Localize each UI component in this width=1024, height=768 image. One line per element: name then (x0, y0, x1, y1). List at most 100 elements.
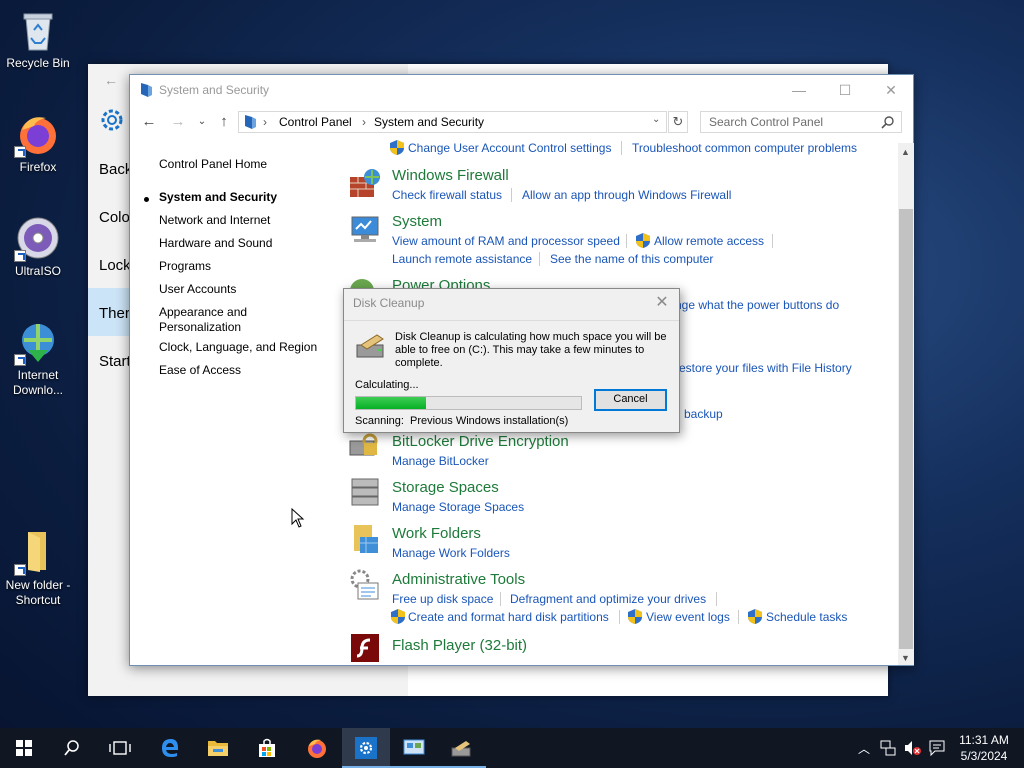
link-view-event-logs[interactable]: View event logs (646, 610, 730, 624)
windows-logo-icon (16, 740, 32, 756)
firefox-icon (14, 112, 60, 158)
link-change-uac-settings[interactable]: Change User Account Control settings (408, 141, 611, 155)
network-icon[interactable] (880, 740, 896, 759)
breadcrumb-control-panel[interactable]: Control Panel (279, 115, 352, 129)
category-bitlocker[interactable]: BitLocker Drive Encryption (392, 433, 569, 450)
link-launch-remote-assistance[interactable]: Launch remote assistance (392, 252, 532, 266)
settings-item-lock-screen[interactable]: Lock (99, 257, 131, 274)
nav-hardware-and-sound[interactable]: Hardware and Sound (159, 236, 272, 251)
search-icon[interactable] (881, 115, 895, 132)
settings-item-themes[interactable]: Ther (99, 305, 130, 322)
category-system[interactable]: System (392, 213, 442, 230)
taskbar-firefox[interactable] (293, 728, 341, 768)
minimize-button[interactable]: ― (776, 75, 822, 105)
link-separator (716, 592, 717, 606)
storage-spaces-icon (348, 475, 382, 509)
link-change-power-buttons[interactable]: nge what the power buttons do (675, 298, 839, 312)
nav-clock-language-region[interactable]: Clock, Language, and Region (159, 340, 317, 355)
category-administrative-tools[interactable]: Administrative Tools (392, 571, 525, 588)
link-allow-app-through-firewall[interactable]: Allow an app through Windows Firewall (522, 188, 731, 202)
link-troubleshoot[interactable]: Troubleshoot common computer problems (632, 141, 857, 155)
link-manage-work-folders[interactable]: Manage Work Folders (392, 546, 510, 560)
firewall-icon (348, 167, 382, 201)
up-arrow-icon[interactable]: ↑ (214, 110, 234, 134)
shortcut-arrow-icon (14, 354, 26, 366)
scanning-label: Scanning: (355, 415, 404, 427)
category-work-folders[interactable]: Work Folders (392, 525, 481, 542)
link-create-format-partitions[interactable]: Create and format hard disk partitions (408, 610, 609, 624)
category-flash-player[interactable]: Flash Player (32-bit) (392, 637, 527, 654)
action-center-icon[interactable] (929, 740, 945, 759)
scroll-up-arrow-icon[interactable]: ▲ (901, 147, 910, 157)
link-schedule-tasks[interactable]: Schedule tasks (766, 610, 847, 624)
vertical-scrollbar[interactable]: ▲ ▼ (898, 143, 914, 665)
maximize-button[interactable]: ☐ (822, 75, 868, 105)
divider (344, 320, 679, 321)
taskbar-store[interactable] (243, 728, 291, 768)
link-defragment-drives[interactable]: Defragment and optimize your drives (510, 592, 706, 606)
taskbar-edge[interactable] (146, 728, 194, 768)
desktop-icon-new-folder-shortcut[interactable]: New folder - Shortcut (0, 530, 76, 608)
desktop-icon-label: New folder - Shortcut (5, 578, 71, 607)
taskbar: ︿ (0, 728, 1024, 768)
refresh-button[interactable]: ↻ (668, 111, 688, 133)
desktop-icon-recycle-bin[interactable]: Recycle Bin (0, 8, 76, 71)
address-dropdown-chevron-icon[interactable]: ⌄ (652, 114, 660, 125)
scroll-down-arrow-icon[interactable]: ▼ (901, 653, 910, 663)
link-free-up-disk-space[interactable]: Free up disk space (392, 592, 493, 606)
settings-item-colors[interactable]: Colo (99, 209, 130, 226)
desktop-icon-label: UltraISO (14, 264, 61, 278)
link-backup[interactable]: backup (684, 407, 723, 421)
mouse-cursor-icon (291, 507, 305, 531)
close-button[interactable]: ✕ (868, 75, 914, 105)
link-view-ram-processor[interactable]: View amount of RAM and processor speed (392, 234, 620, 248)
category-windows-firewall[interactable]: Windows Firewall (392, 167, 509, 184)
settings-item-background[interactable]: Back (99, 161, 132, 178)
title-bar[interactable]: System and Security ― ☐ ✕ (130, 75, 913, 105)
back-arrow-icon[interactable]: ← (104, 72, 118, 88)
volume-muted-icon[interactable] (904, 740, 922, 759)
category-storage-spaces[interactable]: Storage Spaces (392, 479, 499, 496)
taskbar-file-explorer[interactable] (194, 728, 242, 768)
settings-item-start[interactable]: Start (99, 353, 131, 370)
task-view-button[interactable] (96, 728, 144, 768)
show-hidden-icons-chevron-icon[interactable]: ︿ (858, 740, 870, 757)
cancel-button[interactable]: Cancel (594, 389, 667, 411)
search-input[interactable] (701, 112, 879, 132)
taskbar-clock-time[interactable]: 11:31 AM (955, 733, 1013, 747)
link-manage-storage-spaces[interactable]: Manage Storage Spaces (392, 500, 524, 514)
taskbar-search-button[interactable] (48, 728, 96, 768)
administrative-tools-icon (348, 567, 382, 601)
desktop-icon-internet-download[interactable]: Internet Downlo... (0, 320, 76, 398)
desktop-icon-firefox[interactable]: Firefox (0, 112, 76, 175)
taskbar-control-panel[interactable] (390, 728, 438, 768)
close-icon[interactable]: ✕ (650, 292, 674, 314)
forward-arrow-icon[interactable]: → (168, 110, 188, 134)
link-manage-bitlocker[interactable]: Manage BitLocker (392, 454, 489, 468)
link-allow-remote-access[interactable]: Allow remote access (654, 234, 764, 248)
nav-programs[interactable]: Programs (159, 259, 211, 274)
link-restore-file-history[interactable]: estore your files with File History (679, 361, 852, 375)
desktop-icon-ultraiso[interactable]: UltraISO (0, 216, 76, 279)
nav-user-accounts[interactable]: User Accounts (159, 282, 236, 297)
breadcrumb-system-and-security[interactable]: System and Security (374, 115, 484, 129)
link-see-computer-name[interactable]: See the name of this computer (550, 252, 713, 266)
taskbar-disk-cleanup[interactable] (438, 728, 486, 768)
scrollbar-thumb[interactable] (899, 209, 913, 649)
recent-locations-chevron-icon[interactable]: ⌄ (192, 110, 212, 134)
nav-network-and-internet[interactable]: Network and Internet (159, 213, 270, 228)
search-box[interactable] (700, 111, 902, 133)
taskbar-clock-date[interactable]: 5/3/2024 (955, 749, 1013, 763)
address-bar[interactable]: › Control Panel › System and Security ⌄ (238, 111, 667, 133)
back-arrow-icon[interactable]: ← (139, 110, 159, 134)
start-button[interactable] (0, 728, 48, 768)
disk-cleanup-dialog[interactable]: Disk Cleanup ✕ Disk Cleanup is calculati… (343, 288, 680, 433)
nav-ease-of-access[interactable]: Ease of Access (159, 363, 241, 378)
nav-control-panel-home[interactable]: Control Panel Home (159, 157, 267, 172)
gear-icon (98, 106, 126, 137)
nav-appearance-and-personalization[interactable]: Appearance and Personalization (159, 305, 279, 335)
nav-system-and-security[interactable]: System and Security (159, 190, 277, 205)
link-check-firewall-status[interactable]: Check firewall status (392, 188, 502, 202)
taskbar-settings[interactable] (342, 728, 390, 768)
link-separator (539, 252, 540, 266)
